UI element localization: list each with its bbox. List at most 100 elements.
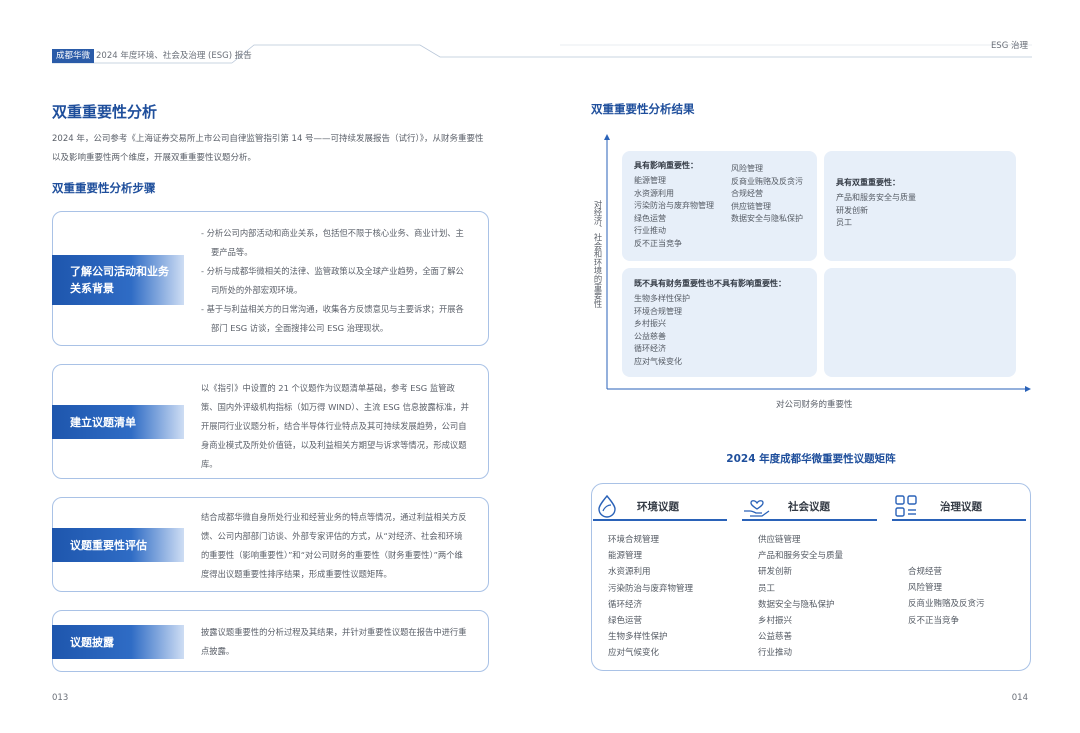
report-title: 2024 年度环境、社会及治理 (ESG) 报告 [96, 51, 252, 61]
topic-item: 员工 [758, 583, 776, 594]
heart-hand-icon [744, 500, 770, 517]
step-paragraph: - 基于与利益相关方的日常沟通，收集各方反馈意见与主要诉求；开展各部门 ESG … [201, 304, 464, 333]
category-name: 治理议题 [940, 500, 982, 513]
page-number-left: 013 [52, 693, 69, 703]
quadrant-list: 风险管理 反商业贿赂及反贪污 合规经营 供应链管理 数据安全与隐私保护 [731, 163, 803, 250]
topic-item: 绿色运营 [608, 616, 643, 627]
topic-item: 污染防治与废弃物管理 [608, 583, 694, 594]
quadrant-impact: 具有影响重要性： 能源管理 水资源利用 污染防治与废弃物管理 绿色运营 行业推动… [622, 151, 817, 261]
step-text: - 分析公司内部活动和商业关系，包括但不限于核心业务、商业计划、主要产品等。 -… [201, 224, 470, 338]
section-tag: ESG 治理 [990, 41, 1028, 51]
quadrant-list: 生物多样性保护 环境合规管理 乡村振兴 公益慈善 循环经济 应对气候变化 [634, 293, 805, 368]
quadrant-title: 既不具有财务重要性也不具有影响重要性： [634, 279, 786, 288]
topic-item: 生物多样性保护 [634, 294, 690, 303]
quadrant-empty [824, 268, 1016, 377]
topic-item: 研发创新 [758, 567, 793, 578]
company-tag: 成都华微 [52, 49, 95, 63]
step-text: 结合成都华微自身所处行业和经营业务的特点等情况，通过利益相关方反馈、公司内部部门… [201, 508, 470, 584]
topic-item: 循环经济 [634, 344, 666, 353]
topic-item: 应对气候变化 [608, 648, 660, 659]
step-text: 披露议题重要性的分析过程及其结果，并针对重要性议题在报告中进行重点披露。 [201, 623, 470, 661]
topic-item: 数据安全与隐私保护 [758, 599, 835, 610]
step-paragraph: 披露议题重要性的分析过程及其结果，并针对重要性议题在报告中进行重点披露。 [201, 627, 467, 656]
topic-item: 研发创新 [836, 205, 868, 215]
page-title: 双重重要性分析 [52, 103, 158, 121]
topic-item: 员工 [836, 218, 852, 227]
topic-item: 供应链管理 [758, 535, 801, 545]
step-paragraph: 以《指引》中设置的 21 个议题作为议题清单基础，参考 ESG 监管政策、国内外… [201, 383, 469, 469]
step-label-text: 议题披露 [70, 635, 114, 649]
topic-item: 污染防治与废弃物管理 [634, 201, 714, 210]
x-axis-label: 对公司财务的重要性 [776, 400, 853, 410]
category-social-header: 社会议题 [742, 493, 877, 519]
topic-item: 公益慈善 [634, 331, 666, 341]
topic-item: 供应链管理 [731, 201, 771, 211]
step-paragraph: 结合成都华微自身所处行业和经营业务的特点等情况，通过利益相关方反馈、公司内部部门… [201, 512, 467, 579]
category-governance-header: 治理议题 [892, 493, 1026, 519]
topic-item: 应对气候变化 [634, 356, 682, 366]
topic-item: 水资源利用 [634, 188, 674, 198]
topic-item: 风险管理 [731, 164, 763, 173]
topic-item: 产品和服务安全与质量 [758, 551, 844, 562]
topic-item: 反不正当竞争 [908, 615, 960, 626]
step-label: 建立议题清单 [52, 405, 184, 439]
step-label-text: 议题重要性评估 [70, 538, 147, 552]
topic-item: 循环经济 [608, 599, 643, 610]
topic-item: 环境合规管理 [634, 306, 682, 316]
category-environment-header: 环境议题 [593, 493, 727, 519]
quadrant-list: 产品和服务安全与质量 研发创新 员工 [836, 192, 1004, 230]
topic-item: 反商业贿赂及反贪污 [908, 599, 985, 610]
intro-paragraph: 2024 年，公司参考《上海证券交易所上市公司自律监管指引第 14 号——可持续… [52, 134, 484, 163]
matrix-title: 2024 年度成都华微重要性议题矩阵 [726, 453, 896, 465]
quadrant-neither: 既不具有财务重要性也不具有影响重要性： 生物多样性保护 环境合规管理 乡村振兴 … [622, 268, 817, 377]
topic-item: 产品和服务安全与质量 [836, 193, 916, 202]
step-text: 以《指引》中设置的 21 个议题作为议题清单基础，参考 ESG 监管政策、国内外… [201, 379, 470, 474]
topic-item: 行业推动 [758, 648, 793, 659]
category-governance-list: 合规经营 风险管理 反商业贿赂及反贪污 反不正当竞争 [908, 564, 985, 629]
category-name: 环境议题 [637, 500, 679, 513]
grid-apps-icon [895, 495, 917, 517]
category-rule [892, 519, 1026, 521]
page-number-right: 014 [1011, 693, 1028, 703]
topic-item: 乡村振兴 [634, 319, 666, 328]
topic-item: 数据安全与隐私保护 [731, 214, 803, 223]
step-label-text: 建立议题清单 [70, 415, 136, 429]
topic-item: 能源管理 [634, 176, 666, 185]
step-label: 议题重要性评估 [52, 528, 184, 562]
topic-item: 合规经营 [908, 567, 943, 577]
topic-item: 反商业贿赂及反贪污 [731, 176, 803, 186]
step-paragraph: - 分析与成都华微相关的法律、监管政策以及全球产业趋势，全面了解公司所处的外部宏… [201, 266, 464, 295]
leaf-drop-icon [598, 494, 616, 518]
step-card-evaluation: 议题重要性评估 结合成都华微自身所处行业和经营业务的特点等情况，通过利益相关方反… [52, 497, 489, 592]
topic-item: 风险管理 [908, 583, 943, 594]
quadrant-list: 能源管理 水资源利用 污染防治与废弃物管理 绿色运营 行业推动 反不正当竞争 [634, 175, 731, 250]
topic-item: 绿色运营 [634, 213, 666, 223]
topic-item: 乡村振兴 [758, 616, 793, 627]
topic-item: 能源管理 [608, 551, 643, 562]
quadrant-title: 具有双重重要性： [836, 178, 900, 187]
category-environment-list: 环境合规管理 能源管理 水资源利用 污染防治与废弃物管理 循环经济 绿色运营 生… [608, 532, 693, 662]
topic-item: 反不正当竞争 [634, 238, 682, 248]
topic-item: 生物多样性保护 [608, 632, 668, 643]
step-label-text: 了解公司活动和业务关系背景 [70, 265, 169, 295]
results-title: 双重重要性分析结果 [591, 102, 695, 116]
topic-item: 行业推动 [634, 226, 666, 235]
step-card-disclosure: 议题披露 披露议题重要性的分析过程及其结果，并针对重要性议题在报告中进行重点披露… [52, 610, 489, 672]
step-card-list: 建立议题清单 以《指引》中设置的 21 个议题作为议题清单基础，参考 ESG 监… [52, 364, 489, 479]
topic-item: 水资源利用 [608, 567, 651, 578]
topic-item: 环境合规管理 [608, 535, 660, 545]
quadrant-double: 具有双重重要性： 产品和服务安全与质量 研发创新 员工 [824, 151, 1016, 261]
step-label: 了解公司活动和业务关系背景 [52, 255, 184, 305]
step-card-background: 了解公司活动和业务关系背景 - 分析公司内部活动和商业关系，包括但不限于核心业务… [52, 211, 489, 346]
y-axis-label: 对经济、社会和环境的重要性 [593, 200, 603, 308]
category-rule [742, 519, 877, 521]
header-decoration [52, 44, 1032, 64]
category-social-list: 供应链管理 产品和服务安全与质量 研发创新 员工 数据安全与隐私保护 乡村振兴 … [758, 532, 843, 662]
step-label: 议题披露 [52, 625, 184, 659]
category-name: 社会议题 [788, 500, 830, 513]
steps-title: 双重重要性分析步骤 [52, 181, 156, 195]
category-rule [593, 519, 727, 521]
topic-item: 公益慈善 [758, 632, 793, 643]
step-paragraph: - 分析公司内部活动和商业关系，包括但不限于核心业务、商业计划、主要产品等。 [201, 228, 464, 257]
topic-item: 合规经营 [731, 189, 763, 198]
